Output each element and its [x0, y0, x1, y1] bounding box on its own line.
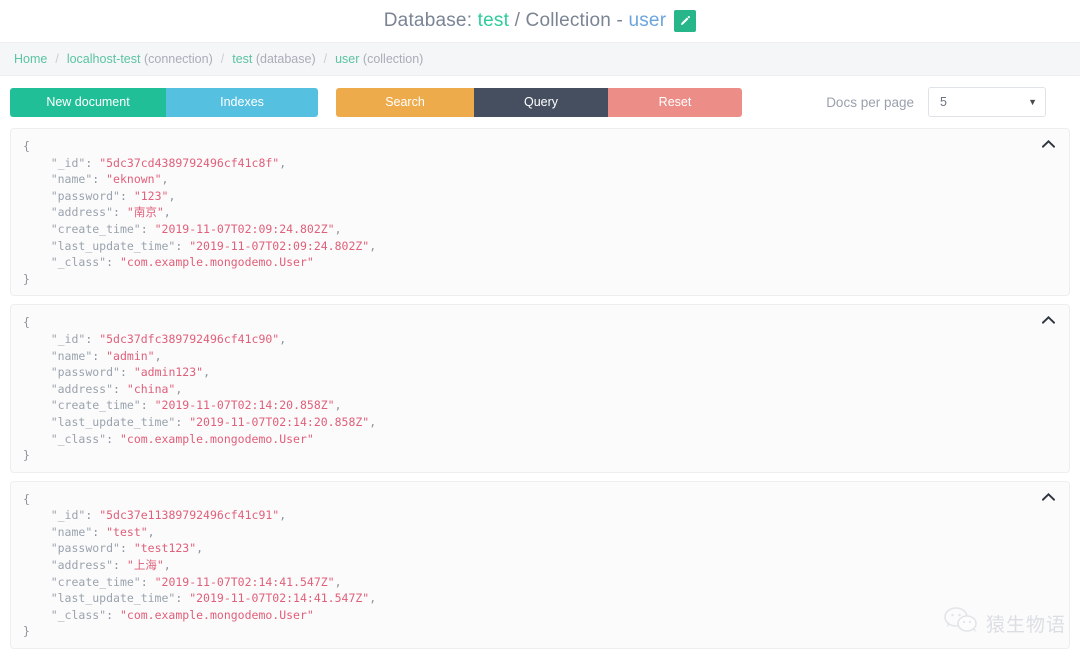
chevron-up-icon[interactable] — [1039, 490, 1057, 504]
document-json: { "_id": "5dc37dfc389792496cf41c90", "na… — [23, 315, 377, 463]
chevron-up-icon[interactable] — [1039, 313, 1057, 327]
page-title-collection: user — [628, 10, 667, 31]
breadcrumb-suffix: (collection) — [359, 52, 424, 66]
document-json: { "_id": "5dc37e11389792496cf41c91", "na… — [23, 491, 377, 639]
action-toolbar: New document Indexes Search Query Reset … — [0, 76, 1080, 128]
breadcrumb-label: test — [232, 52, 253, 66]
document-card[interactable]: { "_id": "5dc37cd4389792496cf41c8f", "na… — [10, 128, 1070, 297]
breadcrumb-item-database[interactable]: test (database) — [232, 52, 315, 66]
pencil-icon[interactable] — [674, 10, 697, 32]
breadcrumb-item-collection[interactable]: user (collection) — [335, 52, 423, 66]
breadcrumb-suffix: (database) — [252, 52, 316, 66]
docs-per-page-label: Docs per page — [826, 94, 914, 110]
page-title-prefix: Database: — [383, 10, 478, 31]
search-button[interactable]: Search — [336, 87, 474, 117]
page-title: Database: test / Collection - user — [384, 10, 666, 32]
indexes-button[interactable]: Indexes — [166, 87, 318, 117]
docs-per-page-value: 5 — [940, 95, 947, 109]
breadcrumb-suffix: (connection) — [140, 52, 213, 66]
documents-list: { "_id": "5dc37cd4389792496cf41c8f", "na… — [0, 128, 1080, 650]
docs-per-page-select[interactable]: 5 ▼ — [928, 87, 1046, 117]
reset-button[interactable]: Reset — [608, 87, 742, 117]
document-actions-group: New document Indexes — [10, 87, 318, 117]
breadcrumb-separator: / — [323, 52, 328, 66]
breadcrumb-label: user — [335, 52, 360, 66]
breadcrumb-label: Home — [14, 52, 48, 66]
page-title-middle: / Collection - — [509, 10, 629, 31]
chevron-down-icon: ▼ — [1028, 97, 1037, 107]
document-card[interactable]: { "_id": "5dc37e11389792496cf41c91", "na… — [10, 480, 1070, 650]
query-button[interactable]: Query — [474, 87, 608, 117]
page-title-database: test — [477, 10, 510, 31]
breadcrumb-separator: / — [55, 52, 59, 66]
query-actions-group: Search Query Reset — [336, 87, 742, 117]
document-json: { "_id": "5dc37cd4389792496cf41c8f", "na… — [23, 139, 377, 286]
breadcrumb-item-home[interactable]: Home — [14, 52, 47, 66]
new-document-button[interactable]: New document — [10, 87, 166, 117]
breadcrumb-separator: / — [220, 52, 225, 66]
chevron-up-icon[interactable] — [1039, 137, 1057, 151]
docs-per-page-control: Docs per page 5 ▼ — [826, 87, 1046, 117]
breadcrumb-item-connection[interactable]: localhost-test (connection) — [67, 52, 213, 66]
document-card[interactable]: { "_id": "5dc37dfc389792496cf41c90", "na… — [10, 304, 1070, 473]
breadcrumb-label: localhost-test — [66, 52, 141, 66]
breadcrumb: Home / localhost-test (connection) / tes… — [0, 42, 1080, 76]
page-title-bar: Database: test / Collection - user — [0, 0, 1080, 42]
